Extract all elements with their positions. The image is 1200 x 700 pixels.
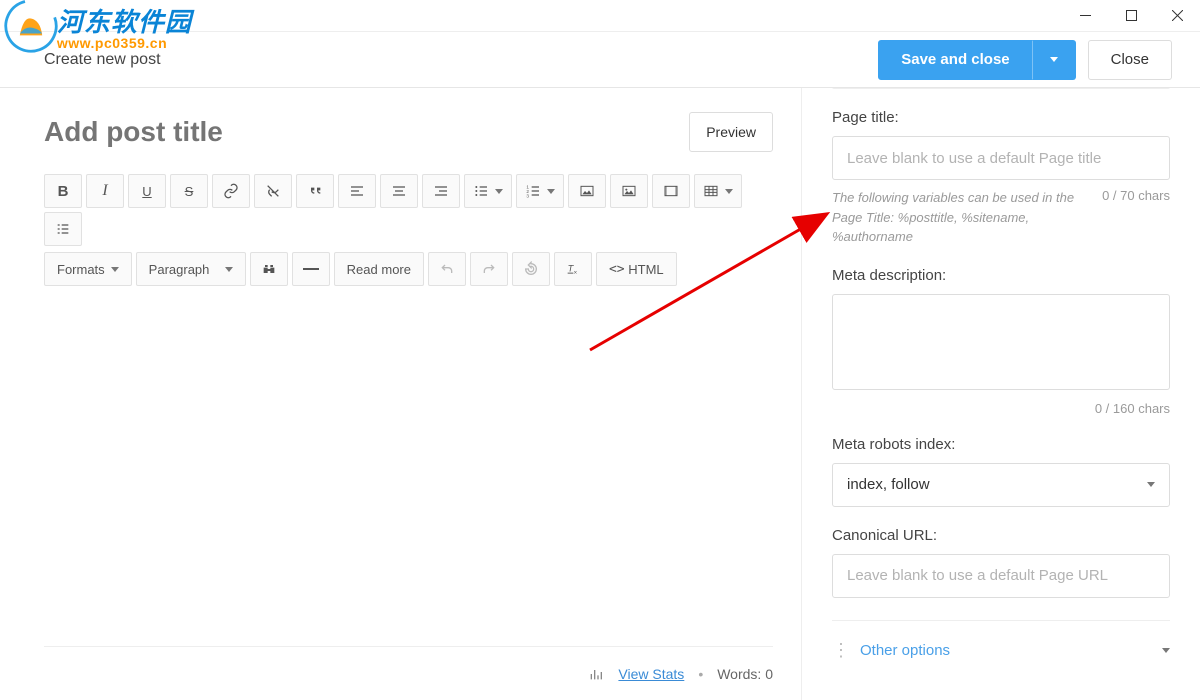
editor-footer: View Stats • Words: 0 bbox=[44, 646, 773, 700]
align-center-icon bbox=[391, 183, 407, 199]
page-title-input[interactable] bbox=[832, 136, 1170, 180]
preview-button[interactable]: Preview bbox=[689, 112, 773, 152]
image-placeholder-icon bbox=[579, 183, 595, 199]
bullet-list-icon bbox=[473, 183, 489, 199]
numbered-list-icon: 123 bbox=[525, 183, 541, 199]
editor-toolbar-row-2: Formats Paragraph Read more T× <> HTML bbox=[44, 252, 801, 286]
page-title-count: 0 / 70 chars bbox=[1102, 188, 1170, 203]
clear-format-button[interactable]: T× bbox=[554, 252, 592, 286]
svg-text:3: 3 bbox=[526, 194, 529, 199]
close-button[interactable]: Close bbox=[1088, 40, 1172, 80]
undo-button[interactable] bbox=[428, 252, 466, 286]
unlink-button[interactable] bbox=[254, 174, 292, 208]
link-icon bbox=[223, 183, 239, 199]
words-label: Words: 0 bbox=[717, 666, 773, 682]
quote-icon bbox=[307, 183, 323, 199]
editor-toolbar-row-1: B I U S bbox=[44, 174, 801, 246]
image-icon bbox=[621, 183, 637, 199]
toc-button[interactable] bbox=[44, 212, 82, 246]
chevron-down-icon bbox=[1162, 648, 1170, 653]
formats-dropdown[interactable]: Formats bbox=[44, 252, 132, 286]
stats-icon bbox=[588, 666, 604, 682]
clear-format-icon: T× bbox=[565, 261, 581, 277]
window-close-button[interactable] bbox=[1154, 0, 1200, 32]
html-button[interactable]: <> HTML bbox=[596, 252, 677, 286]
bullet-list-button[interactable] bbox=[464, 174, 512, 208]
window-minimize-button[interactable] bbox=[1062, 0, 1108, 32]
unlink-icon bbox=[265, 183, 281, 199]
hr-button[interactable] bbox=[292, 252, 330, 286]
page-title: Create new post bbox=[44, 51, 878, 69]
page-title-label: Page title: bbox=[832, 109, 1170, 126]
page-title-hint: The following variables can be used in t… bbox=[832, 188, 1092, 247]
editor-column: Preview B I U S bbox=[0, 88, 802, 700]
save-and-close-button[interactable]: Save and close bbox=[878, 40, 1032, 80]
page-header: Create new post Save and close Close bbox=[0, 32, 1200, 88]
chevron-down-icon bbox=[1147, 482, 1155, 487]
canonical-label: Canonical URL: bbox=[832, 527, 1170, 544]
link-button[interactable] bbox=[212, 174, 250, 208]
media-button[interactable] bbox=[568, 174, 606, 208]
redo-button[interactable] bbox=[470, 252, 508, 286]
paragraph-dropdown[interactable]: Paragraph bbox=[136, 252, 246, 286]
revert-button[interactable] bbox=[512, 252, 550, 286]
binoculars-button[interactable] bbox=[250, 252, 288, 286]
image-button[interactable] bbox=[610, 174, 648, 208]
meta-desc-count: 0 / 160 chars bbox=[832, 401, 1170, 416]
underline-button[interactable]: U bbox=[128, 174, 166, 208]
toc-icon bbox=[55, 221, 71, 237]
align-right-icon bbox=[433, 183, 449, 199]
canonical-input[interactable] bbox=[832, 554, 1170, 598]
strikethrough-button[interactable]: S bbox=[170, 174, 208, 208]
meta-robots-value: index, follow bbox=[847, 476, 930, 493]
readmore-button[interactable]: Read more bbox=[334, 252, 424, 286]
align-right-button[interactable] bbox=[422, 174, 460, 208]
binoculars-icon bbox=[261, 261, 277, 277]
window-maximize-button[interactable] bbox=[1108, 0, 1154, 32]
window-titlebar bbox=[0, 0, 1200, 32]
numbered-list-button[interactable]: 123 bbox=[516, 174, 564, 208]
video-icon bbox=[663, 183, 679, 199]
redo-icon bbox=[481, 261, 497, 277]
other-options-toggle[interactable]: ⋮ Other options bbox=[832, 620, 1170, 668]
drag-handle-icon: ⋮ bbox=[832, 640, 860, 661]
meta-robots-select[interactable]: index, follow bbox=[832, 463, 1170, 507]
meta-desc-label: Meta description: bbox=[832, 267, 1170, 284]
table-button[interactable] bbox=[694, 174, 742, 208]
align-center-button[interactable] bbox=[380, 174, 418, 208]
svg-text:×: × bbox=[574, 270, 578, 276]
save-dropdown-button[interactable] bbox=[1032, 40, 1076, 80]
table-icon bbox=[703, 183, 719, 199]
video-button[interactable] bbox=[652, 174, 690, 208]
revert-icon bbox=[523, 261, 539, 277]
post-title-input[interactable] bbox=[44, 116, 689, 148]
other-options-label: Other options bbox=[860, 642, 1162, 659]
undo-icon bbox=[439, 261, 455, 277]
meta-robots-label: Meta robots index: bbox=[832, 436, 1170, 453]
meta-desc-textarea[interactable] bbox=[832, 294, 1170, 390]
align-left-button[interactable] bbox=[338, 174, 376, 208]
view-stats-link[interactable]: View Stats bbox=[618, 666, 684, 682]
sidebar: Page title: The following variables can … bbox=[802, 88, 1200, 700]
separator-dot: • bbox=[698, 666, 703, 682]
italic-button[interactable]: I bbox=[86, 174, 124, 208]
align-left-icon bbox=[349, 183, 365, 199]
blockquote-button[interactable] bbox=[296, 174, 334, 208]
bold-button[interactable]: B bbox=[44, 174, 82, 208]
editor-body[interactable] bbox=[44, 292, 801, 646]
